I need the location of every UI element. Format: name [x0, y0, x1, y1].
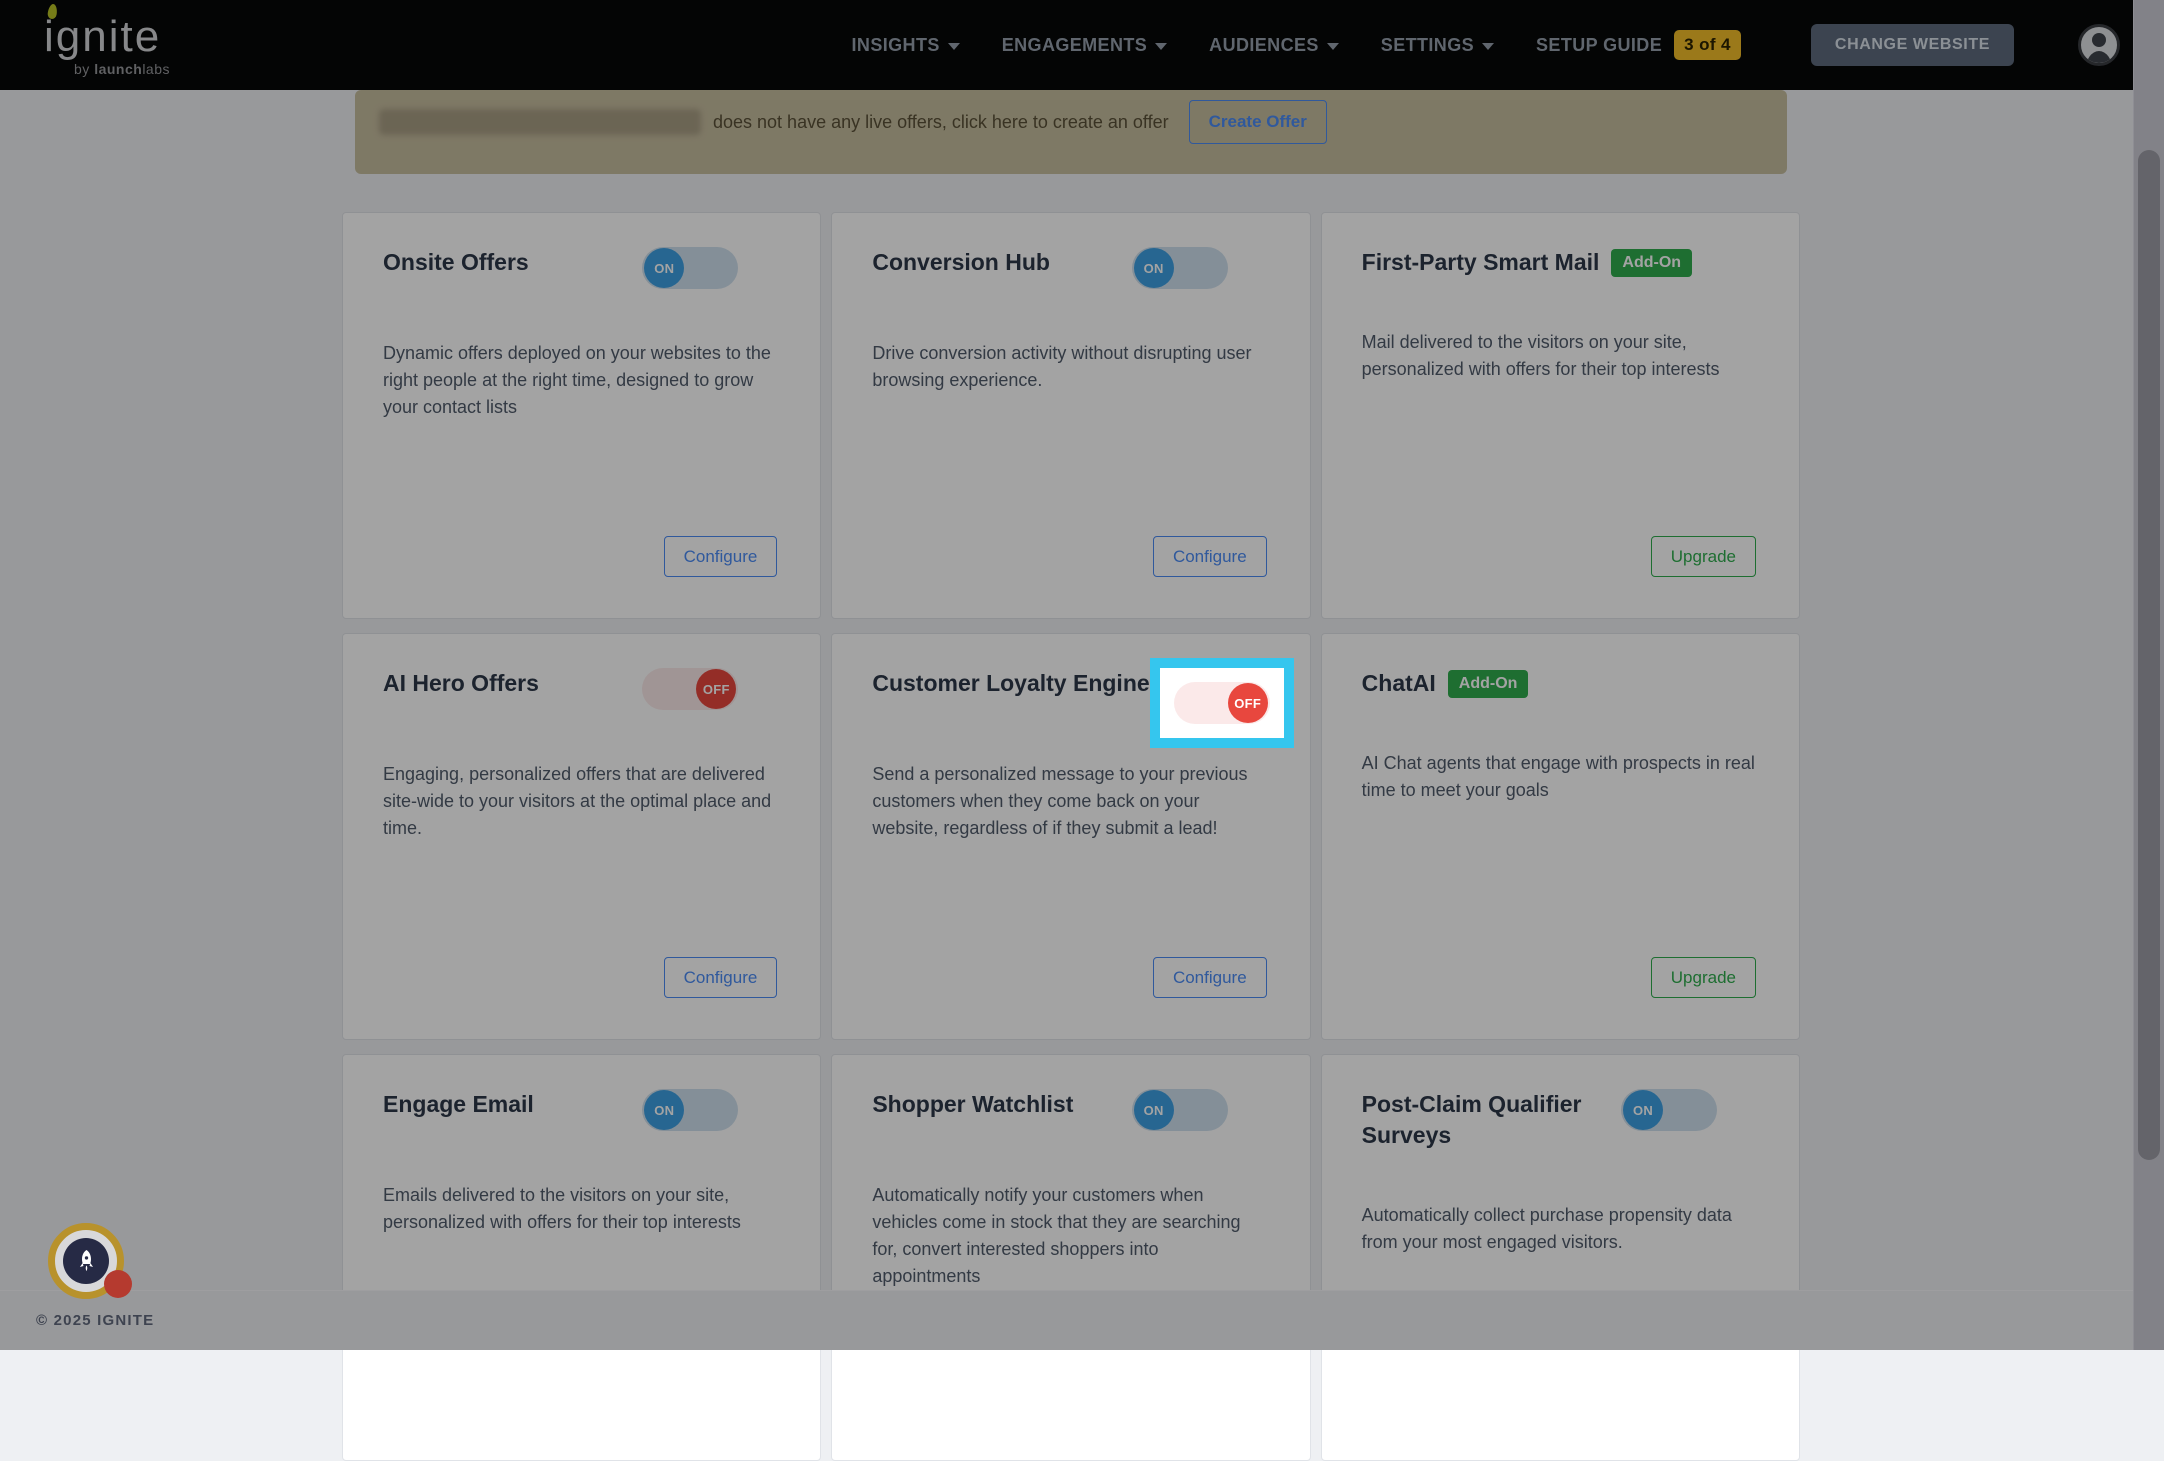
- feature-toggle[interactable]: OFF: [1174, 682, 1270, 724]
- chat-notification-badge: [104, 1270, 132, 1298]
- rocket-icon: [63, 1238, 109, 1284]
- toggle-wrap: OFF: [1174, 668, 1270, 710]
- toggle-knob: OFF: [1228, 683, 1268, 723]
- page-scrollbar[interactable]: [2133, 0, 2164, 1350]
- tutorial-overlay[interactable]: [0, 0, 2164, 1350]
- scrollbar-thumb[interactable]: [2138, 150, 2160, 1160]
- tutorial-highlight-box: OFF: [1150, 658, 1294, 748]
